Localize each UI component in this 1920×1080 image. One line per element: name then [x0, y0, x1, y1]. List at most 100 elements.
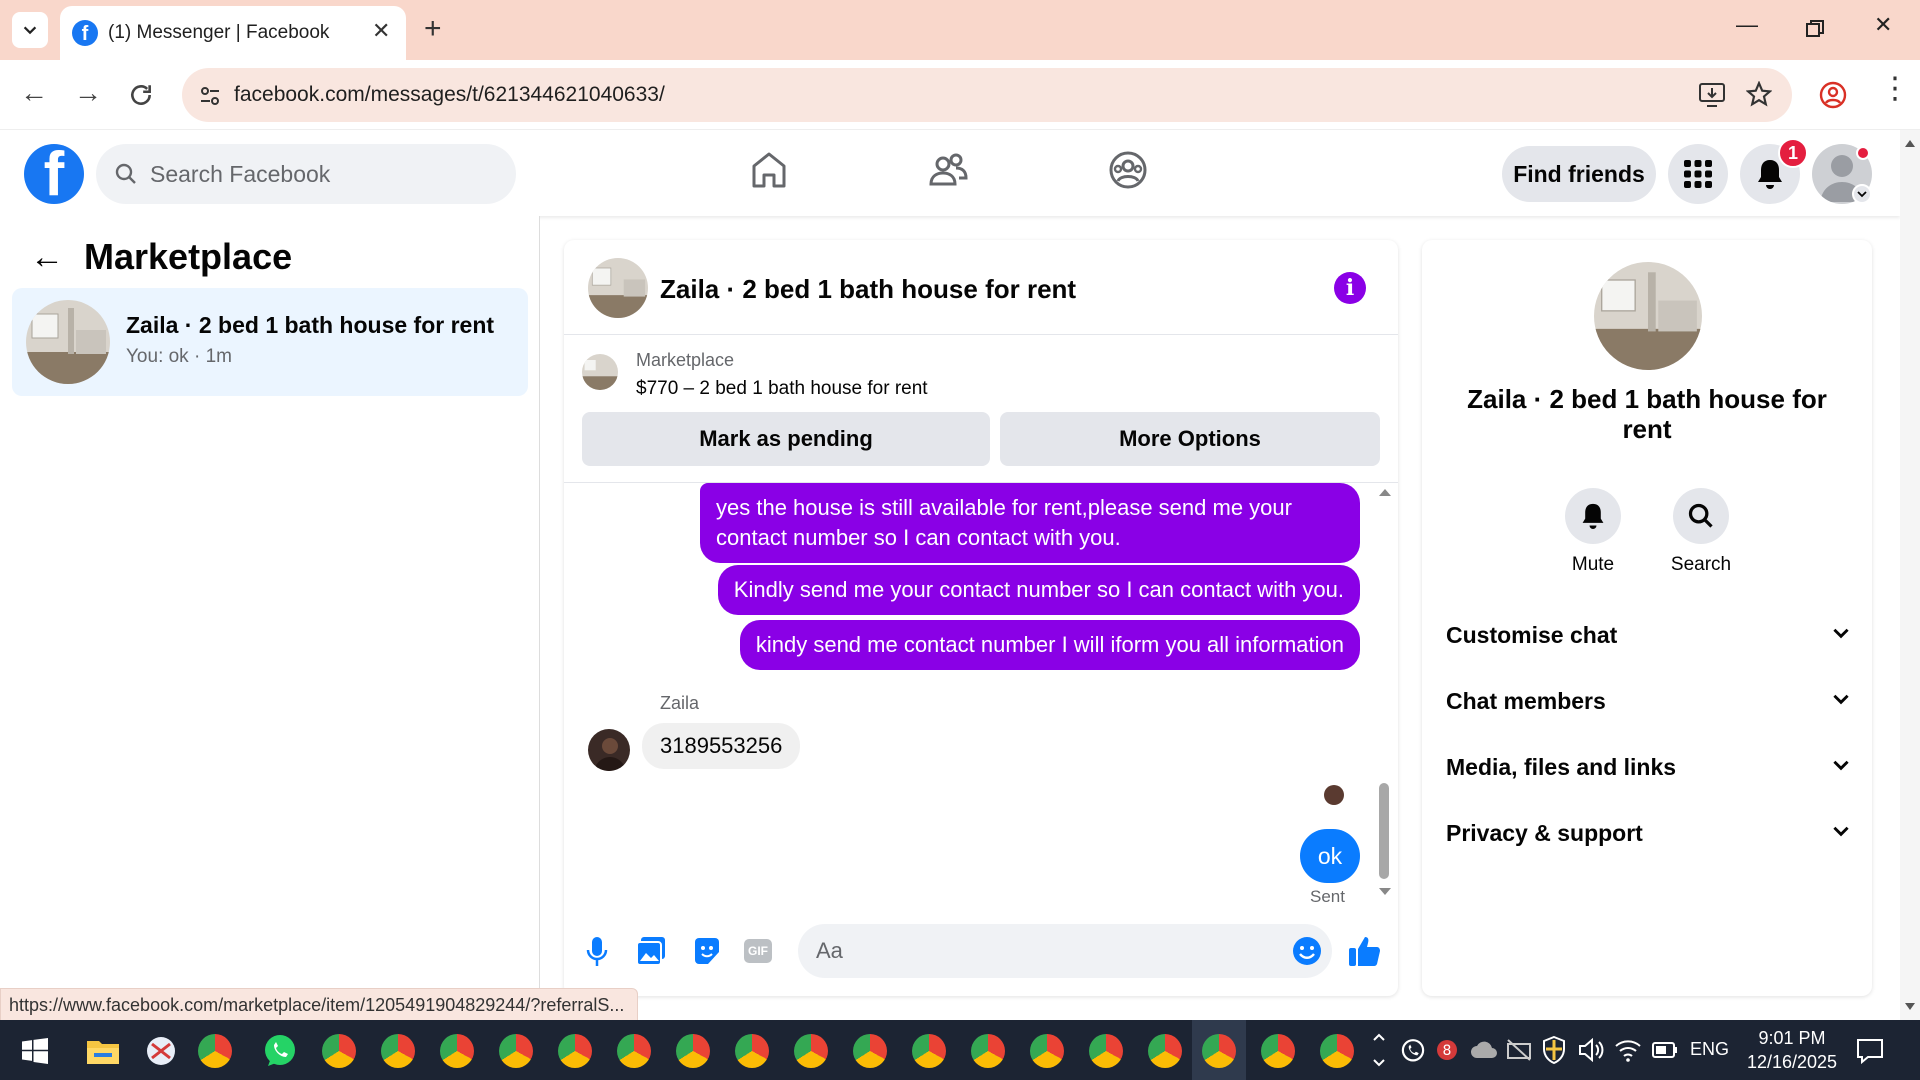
windows-start-icon[interactable] [22, 1038, 48, 1064]
chrome-taskbar-icon[interactable] [1148, 1034, 1182, 1068]
chrome-taskbar-icon[interactable] [794, 1034, 828, 1068]
scroll-up-icon[interactable] [1378, 487, 1392, 497]
conversation-preview: You: ok · 1m [126, 346, 232, 367]
chrome-taskbar-icon[interactable] [499, 1034, 533, 1068]
tray-overflow-icon[interactable] [1372, 1030, 1386, 1070]
close-window-button[interactable]: ✕ [1874, 12, 1892, 38]
chrome-taskbar-icon[interactable] [198, 1034, 232, 1068]
message-scrollbar-thumb[interactable] [1379, 783, 1389, 879]
minimize-button[interactable]: — [1736, 12, 1758, 38]
wifi-icon[interactable] [1614, 1038, 1642, 1062]
home-icon[interactable] [750, 150, 788, 190]
outgoing-message[interactable]: kindy send me contact number I will ifor… [739, 620, 1360, 670]
back-button[interactable]: ← [20, 78, 48, 108]
chrome-taskbar-icon[interactable] [971, 1034, 1005, 1068]
customise-chat-row[interactable]: Customise chat [1446, 610, 1852, 660]
mark-as-pending-button[interactable]: Mark as pending [582, 412, 990, 466]
facebook-logo[interactable]: f [24, 144, 84, 204]
outgoing-message[interactable]: Kindly send me your contact number so I … [717, 565, 1360, 615]
chrome-taskbar-icon[interactable] [676, 1034, 710, 1068]
system-clock[interactable]: 9:01 PM 12/16/2025 [1732, 1026, 1852, 1074]
microphone-icon[interactable] [586, 936, 608, 968]
browser-menu-icon[interactable]: ⋮ [1880, 74, 1910, 104]
page-scrollbar[interactable] [1900, 130, 1920, 1020]
chrome-taskbar-icon[interactable] [322, 1034, 356, 1068]
groups-icon[interactable] [1108, 150, 1148, 190]
tab-close-icon[interactable]: ✕ [372, 18, 390, 44]
battery-icon[interactable] [1652, 1042, 1678, 1058]
snipping-tool-icon[interactable] [144, 1034, 178, 1068]
volume-icon[interactable] [1578, 1038, 1604, 1062]
mute-button[interactable]: Mute [1548, 488, 1638, 576]
back-arrow-icon[interactable]: ← [30, 238, 64, 277]
find-friends-button[interactable]: Find friends [1502, 146, 1656, 202]
notification-center-icon[interactable] [1856, 1038, 1884, 1064]
chrome-taskbar-icon-active[interactable] [1202, 1034, 1236, 1068]
whatsapp-tray-icon[interactable] [1400, 1038, 1426, 1064]
info-icon[interactable]: i [1334, 272, 1366, 304]
chat-members-row[interactable]: Chat members [1446, 676, 1852, 726]
chrome-taskbar-icon[interactable] [440, 1034, 474, 1068]
sender-avatar[interactable] [588, 729, 630, 771]
friends-icon[interactable] [928, 150, 968, 190]
gif-icon[interactable]: GIF [744, 939, 772, 963]
chrome-taskbar-icon[interactable] [853, 1034, 887, 1068]
media-files-links-row[interactable]: Media, files and links [1446, 742, 1852, 792]
chrome-taskbar-icon[interactable] [381, 1034, 415, 1068]
incoming-message[interactable]: 3189553256 [642, 723, 801, 769]
chat-thumbnail[interactable] [588, 258, 648, 318]
site-info-icon[interactable] [198, 84, 222, 108]
scroll-down-icon[interactable] [1904, 1002, 1916, 1012]
thumbs-up-icon[interactable] [1348, 934, 1382, 968]
emoji-icon[interactable] [1292, 936, 1322, 966]
cloud-icon[interactable] [1470, 1040, 1498, 1060]
reload-button[interactable] [128, 82, 154, 108]
tab-search-button[interactable] [12, 12, 48, 48]
network-off-icon[interactable] [1506, 1038, 1532, 1062]
forward-button[interactable]: → [74, 78, 102, 108]
install-app-icon[interactable] [1698, 82, 1726, 108]
more-options-button[interactable]: More Options [1000, 412, 1380, 466]
conversation-item[interactable]: Zaila · 2 bed 1 bath house for rent You:… [12, 288, 528, 396]
chrome-taskbar-icon[interactable] [1089, 1034, 1123, 1068]
outgoing-message[interactable]: yes the house is still available for ren… [700, 483, 1360, 563]
address-bar[interactable]: facebook.com/messages/t/621344621040633/ [182, 68, 1792, 122]
scroll-up-icon[interactable] [1904, 138, 1916, 148]
defender-icon[interactable] [1542, 1036, 1566, 1064]
facebook-search-box[interactable] [96, 144, 516, 204]
photo-icon[interactable] [636, 936, 666, 966]
chrome-taskbar-icon[interactable] [617, 1034, 651, 1068]
chrome-taskbar-icon[interactable] [1320, 1034, 1354, 1068]
listing-title[interactable]: $770 – 2 bed 1 bath house for rent [636, 378, 928, 400]
bookmark-star-icon[interactable] [1746, 81, 1772, 107]
chrome-taskbar-icon[interactable] [1261, 1034, 1295, 1068]
chevron-down-icon [1833, 760, 1849, 771]
message-input-box[interactable] [798, 924, 1332, 978]
notifications-button[interactable]: 1 [1740, 138, 1808, 204]
grid-menu-icon [1684, 160, 1712, 188]
account-chevron[interactable] [1852, 184, 1872, 204]
file-explorer-icon[interactable] [86, 1036, 120, 1066]
chat-title[interactable]: Zaila · 2 bed 1 bath house for rent [660, 274, 1076, 305]
browser-tab-messenger[interactable]: f (1) Messenger | Facebook ✕ [60, 6, 406, 60]
new-tab-button[interactable]: + [424, 14, 442, 44]
privacy-support-row[interactable]: Privacy & support [1446, 808, 1852, 858]
chrome-taskbar-icon[interactable] [735, 1034, 769, 1068]
message-thread[interactable]: yes the house is still available for ren… [564, 482, 1398, 912]
chrome-taskbar-icon[interactable] [1030, 1034, 1064, 1068]
message-input[interactable] [816, 924, 1256, 978]
outgoing-message[interactable]: ok [1300, 829, 1360, 883]
scroll-down-icon[interactable] [1378, 887, 1392, 897]
profile-icon[interactable] [1818, 80, 1848, 110]
input-language[interactable]: ENG [1690, 1039, 1729, 1060]
chrome-taskbar-icon[interactable] [912, 1034, 946, 1068]
restore-button[interactable] [1806, 20, 1824, 38]
sticker-icon[interactable] [692, 936, 722, 966]
menu-button[interactable] [1668, 144, 1728, 204]
chrome-taskbar-icon[interactable] [558, 1034, 592, 1068]
facebook-search-input[interactable] [150, 144, 500, 204]
search-in-chat-button[interactable]: Search [1656, 488, 1746, 576]
marketplace-label: Marketplace [636, 350, 735, 370]
whatsapp-icon[interactable] [262, 1033, 298, 1069]
security-tray-icon[interactable]: 8 [1436, 1036, 1458, 1064]
